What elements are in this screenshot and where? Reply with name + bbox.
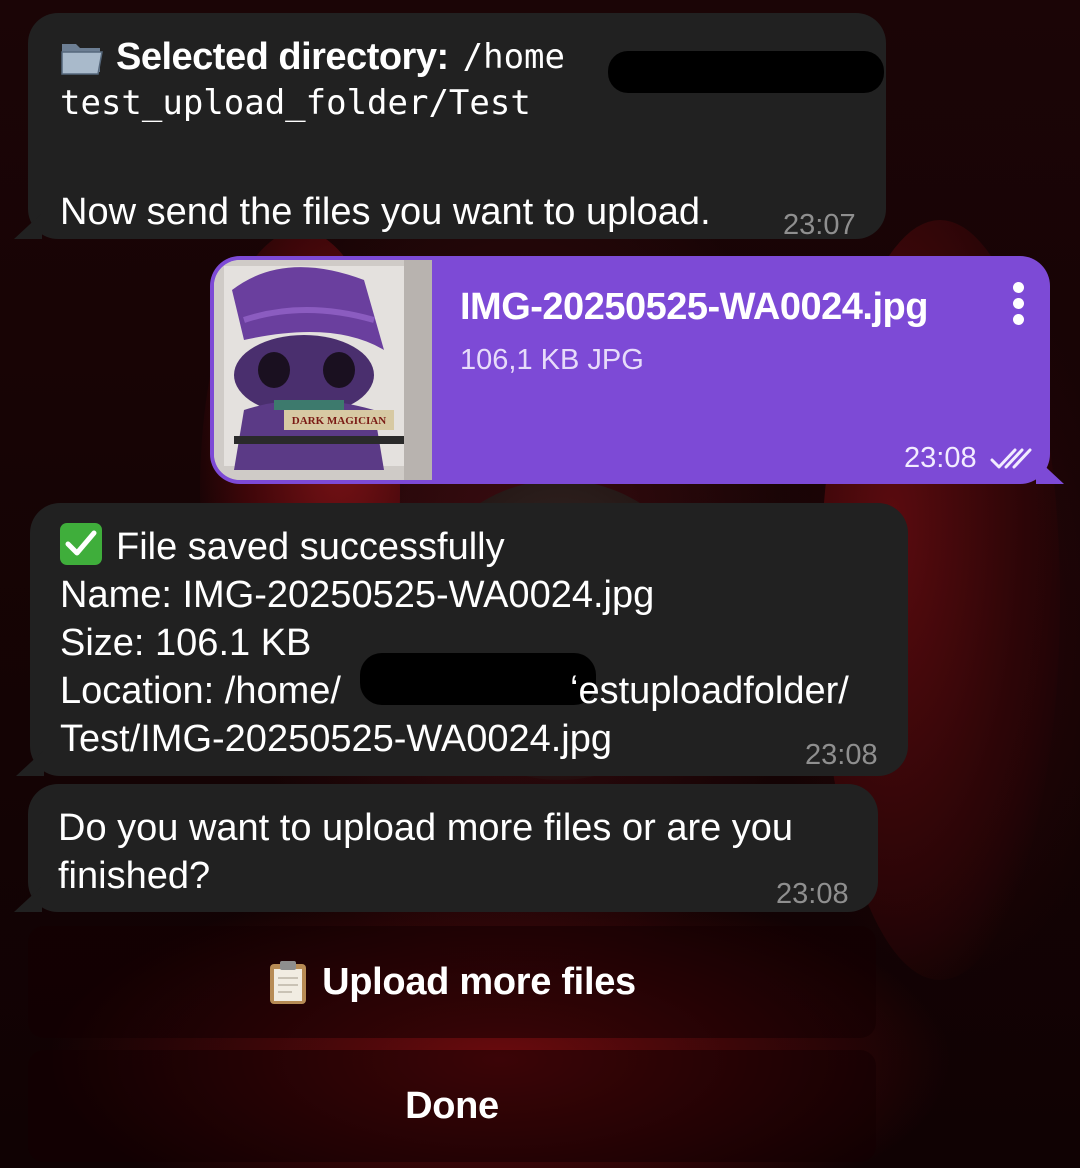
more-vertical-icon[interactable] <box>1006 282 1030 326</box>
folder-icon <box>61 44 103 75</box>
done-button[interactable]: Done <box>28 1050 876 1162</box>
double-check-icon <box>990 448 1032 469</box>
file-thumbnail[interactable]: DARK MAGICIAN <box>214 260 432 480</box>
saved-file-location-partial: ʻestuploadfolder/ <box>570 670 849 712</box>
message-time: 23:08 <box>805 739 878 771</box>
save-status-text: File saved successfully <box>116 526 505 568</box>
redaction-mark <box>608 51 884 93</box>
directory-path-end: test_upload_folder/Test <box>60 83 531 123</box>
check-mark-icon <box>60 523 102 565</box>
saved-file-size: Size: 106.1 KB <box>60 622 312 664</box>
funko-box-image: DARK MAGICIAN <box>214 260 432 480</box>
message-time: 23:08 <box>776 878 849 910</box>
file-name: IMG-20250525-WA0024.jpg <box>460 286 928 328</box>
save-status-line: File saved successfully <box>60 523 505 571</box>
message-file-saved[interactable]: File saved successfully Name: IMG-202505… <box>30 503 908 776</box>
thumbnail-caption: DARK MAGICIAN <box>292 415 386 427</box>
message-time: 23:08 <box>904 442 977 474</box>
directory-label: Selected directory: <box>116 35 449 78</box>
upload-instruction: Now send the files you want to upload. <box>60 191 711 233</box>
saved-file-name: Name: IMG-20250525-WA0024.jpg <box>60 574 655 616</box>
saved-file-location-prefix: Location: /home/ <box>60 670 341 712</box>
clipboard-icon <box>270 961 307 1004</box>
done-label: Done <box>405 1084 499 1127</box>
file-size-type: 106,1 KB JPG <box>460 344 644 376</box>
upload-more-files-button[interactable]: Upload more files <box>28 926 876 1038</box>
redaction-mark <box>360 653 596 705</box>
message-file-upload[interactable]: DARK MAGICIAN IMG-20250525-WA0024.jpg 10… <box>210 256 1050 484</box>
message-selected-directory[interactable]: Selected directory: /home test_upload_fo… <box>28 13 886 241</box>
question-text: Do you want to upload more files or are … <box>58 807 794 897</box>
directory-path-start: /home <box>462 37 565 77</box>
saved-file-location-path: Test/IMG-20250525-WA0024.jpg <box>60 718 613 760</box>
upload-more-files-label: Upload more files <box>322 960 636 1003</box>
message-time: 23:07 <box>783 209 856 241</box>
message-upload-question[interactable]: Do you want to upload more files or are … <box>28 784 878 912</box>
